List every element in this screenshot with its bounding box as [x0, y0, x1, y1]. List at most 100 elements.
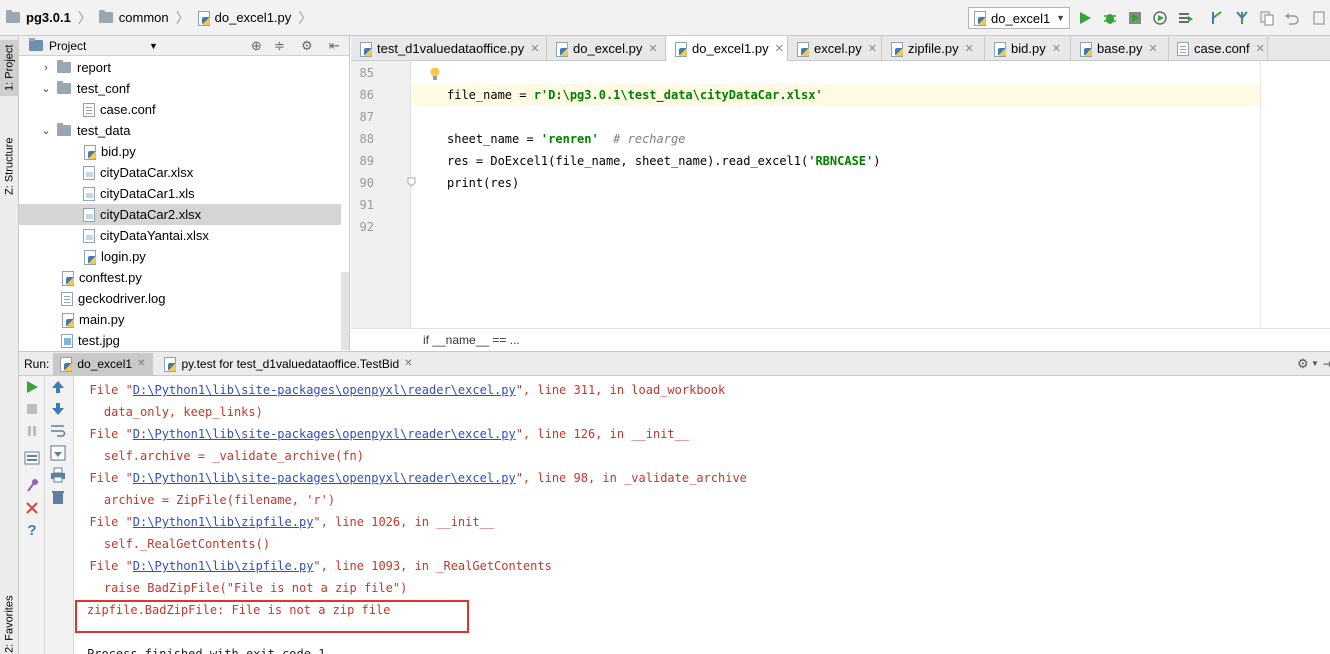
- close-icon[interactable]: ✕: [137, 358, 145, 369]
- vcs-commit-button[interactable]: [1233, 9, 1251, 27]
- chevron-icon[interactable]: ⌄: [41, 82, 51, 95]
- gear-icon[interactable]: ⚙: [301, 38, 313, 54]
- chevron-down-icon[interactable]: ▼: [149, 41, 158, 51]
- editor-tab[interactable]: do_excel.py ✕: [547, 36, 666, 61]
- close-icon[interactable]: ✕: [1149, 42, 1158, 55]
- tree-item[interactable]: ⌄ test_data: [19, 120, 341, 141]
- line-number: 86: [359, 88, 374, 102]
- tree-item[interactable]: case.conf: [19, 99, 341, 120]
- tree-item[interactable]: conftest.py: [19, 267, 341, 288]
- project-panel-title[interactable]: Project: [49, 39, 86, 53]
- console-file-link[interactable]: D:\Python1\lib\zipfile.py: [133, 559, 314, 573]
- vcs-update-button[interactable]: [1208, 9, 1226, 27]
- project-tool-tab[interactable]: 1: Project: [0, 40, 19, 96]
- code-text: print(res): [447, 176, 520, 190]
- more-toolbar-button[interactable]: [1310, 9, 1328, 27]
- editor-tab[interactable]: bid.py ✕: [985, 36, 1071, 61]
- restore-layout-button[interactable]: [24, 450, 40, 466]
- close-icon[interactable]: ✕: [1052, 42, 1061, 55]
- breadcrumb-folder[interactable]: common: [119, 10, 169, 25]
- help-icon[interactable]: ?: [24, 522, 40, 539]
- tree-item[interactable]: cityDataCar2.xlsx: [19, 204, 341, 225]
- chevron-icon[interactable]: ⌄: [41, 124, 51, 137]
- structure-tool-tab[interactable]: Z: Structure: [0, 126, 19, 206]
- scroll-up-button[interactable]: [50, 379, 66, 395]
- line-number: 85: [359, 66, 374, 80]
- tree-item-label: case.conf: [100, 102, 156, 117]
- tree-item[interactable]: cityDataCar.xlsx: [19, 162, 341, 183]
- locate-icon[interactable]: ⊕: [251, 38, 262, 54]
- editor-tab[interactable]: excel.py ✕: [788, 36, 882, 61]
- project-scrollbar[interactable]: [341, 272, 349, 350]
- tree-item[interactable]: cityDataCar1.xls: [19, 183, 341, 204]
- close-icon[interactable]: ✕: [530, 42, 539, 55]
- code-editor[interactable]: 85 86 87 88 89 90 91 92 file_name = r'D:…: [351, 61, 1330, 328]
- editor-tab[interactable]: base.py ✕: [1071, 36, 1169, 61]
- run-tab-do-excel1[interactable]: do_excel1 ✕: [53, 352, 154, 375]
- scroll-to-end-button[interactable]: [50, 445, 66, 461]
- tree-item[interactable]: login.py: [19, 246, 341, 267]
- print-button[interactable]: [50, 467, 66, 483]
- close-icon[interactable]: ✕: [1256, 42, 1265, 55]
- editor-tab[interactable]: test_d1valuedataoffice.py ✕: [351, 36, 547, 61]
- profiler-icon: [1153, 11, 1167, 25]
- tree-item[interactable]: test.jpg: [19, 330, 341, 351]
- pause-button[interactable]: [24, 423, 40, 439]
- tree-item[interactable]: › report: [19, 57, 341, 78]
- hide-panel-icon[interactable]: ⇥: [1323, 357, 1330, 371]
- line-number: 90: [359, 176, 374, 190]
- console-line: File " D:\Python1\lib\site-packages\openp…: [75, 467, 746, 489]
- hide-panel-icon[interactable]: ⇤: [329, 38, 340, 54]
- tree-item[interactable]: main.py: [19, 309, 341, 330]
- lightbulb-icon[interactable]: [429, 67, 441, 81]
- scroll-down-button[interactable]: [50, 401, 66, 417]
- console-file-link[interactable]: D:\Python1\lib\zipfile.py: [133, 515, 314, 529]
- favorites-tool-tab[interactable]: 2: Favorites: [0, 594, 19, 654]
- console-line: archive = ZipFile(filename, 'r'): [75, 493, 336, 507]
- tree-item[interactable]: bid.py: [19, 141, 341, 162]
- vcs-compare-button[interactable]: [1258, 9, 1276, 27]
- run-button[interactable]: [1076, 9, 1094, 27]
- chevron-down-icon[interactable]: ▼: [1311, 359, 1319, 368]
- close-icon[interactable]: ✕: [868, 42, 877, 55]
- vcs-revert-button[interactable]: [1283, 9, 1301, 27]
- close-icon[interactable]: ✕: [404, 358, 412, 369]
- run-tab-pytest[interactable]: py.test for test_d1valuedataoffice.TestB…: [157, 353, 420, 375]
- pin-tab-button[interactable]: [24, 478, 40, 494]
- gear-icon[interactable]: ⚙: [1297, 356, 1309, 372]
- editor-tab[interactable]: zipfile.py ✕: [882, 36, 985, 61]
- collapse-icon[interactable]: ≑: [274, 38, 285, 54]
- close-icon[interactable]: ✕: [775, 42, 784, 55]
- tree-item-label: test_data: [77, 123, 131, 138]
- breadcrumb-project[interactable]: pg3.0.1: [26, 10, 71, 25]
- clear-all-button[interactable]: [50, 489, 66, 505]
- console-file-link[interactable]: D:\Python1\lib\site-packages\openpyxl\re…: [133, 427, 516, 441]
- close-icon[interactable]: ✕: [965, 42, 974, 55]
- editor-breadcrumb[interactable]: if __name__ == ...: [351, 328, 1330, 351]
- soft-wrap-button[interactable]: [50, 423, 66, 439]
- tree-item-label: test_conf: [77, 81, 130, 96]
- coverage-button[interactable]: [1126, 9, 1144, 27]
- project-panel: Project ▼ ⊕ ≑ ⚙ ⇤ › report ⌄ test_conf case.…: [19, 36, 350, 351]
- text-file-icon: [61, 291, 73, 306]
- editor-tab[interactable]: case.conf ✕: [1169, 36, 1268, 61]
- debug-button[interactable]: [1101, 9, 1119, 27]
- stop-button[interactable]: [24, 401, 40, 417]
- editor-tab[interactable]: do_excel1.py ✕: [666, 36, 788, 61]
- close-icon[interactable]: ✕: [648, 42, 657, 55]
- concurrency-button[interactable]: [1176, 9, 1194, 27]
- close-run-button[interactable]: [24, 500, 40, 516]
- tree-item[interactable]: geckodriver.log: [19, 288, 341, 309]
- tree-item[interactable]: cityDataYantai.xlsx: [19, 225, 341, 246]
- console-line: File " D:\Python1\lib\zipfile.py ", line 1…: [75, 511, 494, 533]
- run-configuration-select[interactable]: do_excel1 ▼: [968, 7, 1070, 29]
- breadcrumb-file[interactable]: do_excel1.py: [215, 10, 292, 25]
- profile-button[interactable]: [1151, 9, 1169, 27]
- console-file-link[interactable]: D:\Python1\lib\site-packages\openpyxl\re…: [133, 471, 516, 485]
- text-file-icon: [1177, 41, 1189, 56]
- chevron-icon[interactable]: ›: [41, 62, 51, 74]
- console-file-link[interactable]: D:\Python1\lib\site-packages\openpyxl\re…: [133, 383, 516, 397]
- rerun-button[interactable]: [24, 379, 40, 395]
- code-string: r'D:\pg3.0.1\test_data\cityDataCar.xlsx': [533, 88, 823, 102]
- tree-item[interactable]: ⌄ test_conf: [19, 78, 341, 99]
